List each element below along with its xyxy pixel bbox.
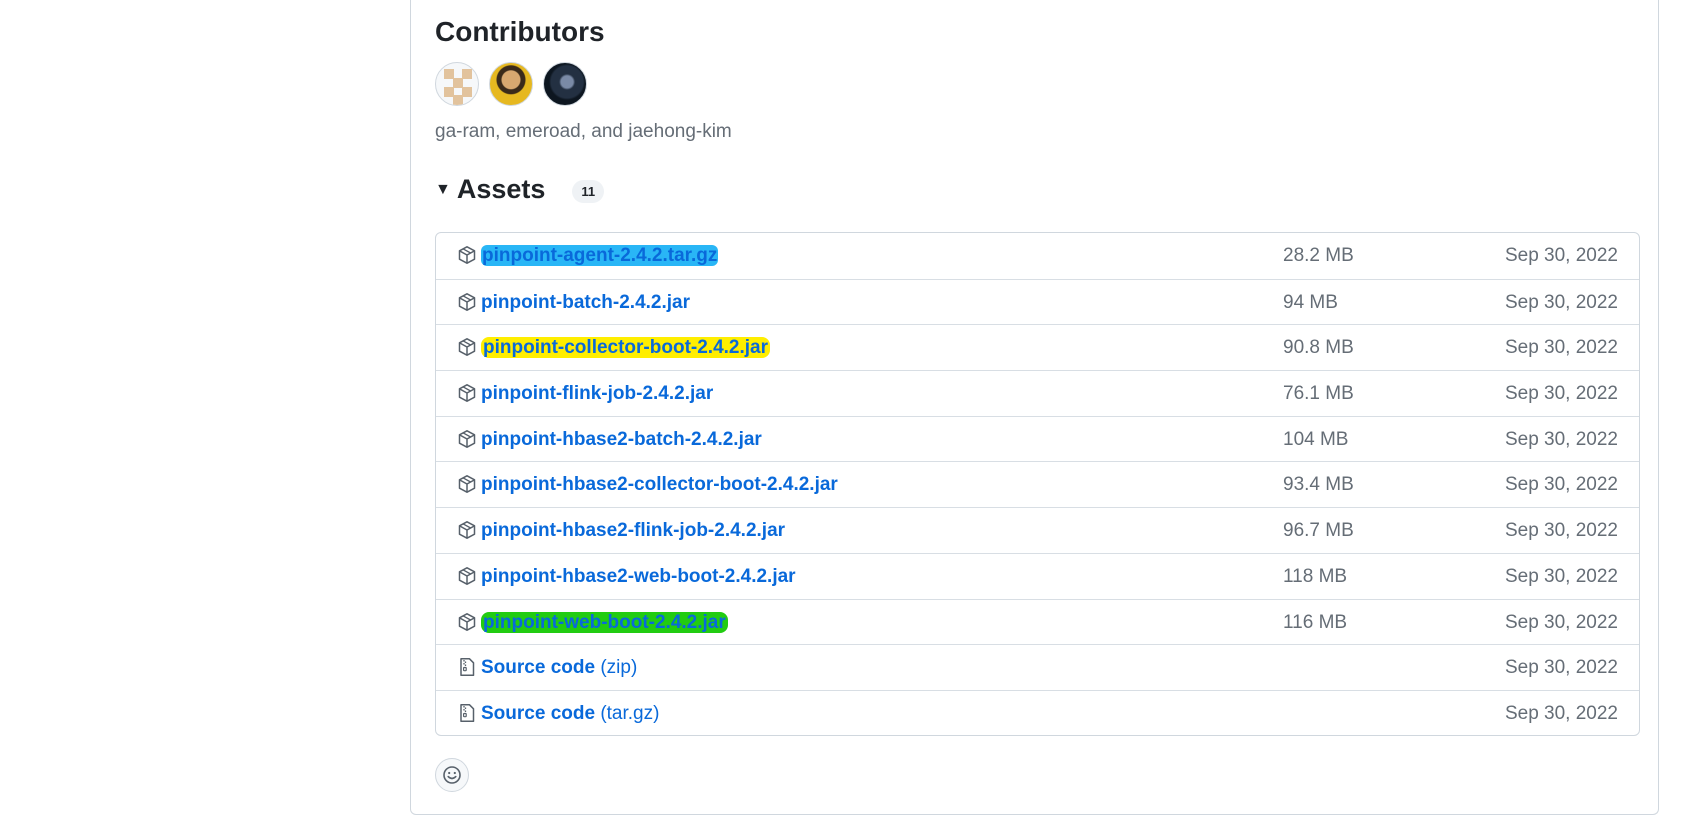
asset-size: 28.2 MB (1283, 245, 1354, 266)
asset-download-link[interactable]: Source code (tar.gz) (481, 703, 659, 725)
asset-name: pinpoint-hbase2-collector-boot-2.4.2.jar (481, 474, 838, 496)
asset-name: pinpoint-batch-2.4.2.jar (481, 291, 691, 313)
package-icon (457, 566, 477, 586)
asset-row: pinpoint-collector-boot-2.4.2.jar 90.8 MB… (436, 324, 1639, 370)
contributors-heading: Contributors (435, 16, 605, 47)
asset-date: Sep 30, 2022 (1504, 428, 1618, 450)
asset-row: pinpoint-flink-job-2.4.2.jar 76.1 MB Sep 3… (436, 370, 1639, 416)
asset-date: Sep 30, 2022 (1504, 291, 1618, 313)
asset-row: Source code (zip) Sep 30, 2022 (436, 644, 1639, 690)
package-icon (457, 474, 477, 494)
asset-name: pinpoint-hbase2-batch-2.4.2.jar (481, 428, 762, 450)
asset-name: Source code (481, 702, 596, 724)
asset-row: pinpoint-hbase2-web-boot-2.4.2.jar 118 MB… (436, 552, 1639, 599)
asset-download-link[interactable]: pinpoint-batch-2.4.2.jar (481, 292, 690, 314)
asset-date: Sep 30, 2022 (1504, 245, 1618, 266)
asset-date: Sep 30, 2022 (1504, 474, 1618, 496)
assets-count-badge: 11 (572, 180, 605, 203)
asset-date: Sep 30, 2022 (1504, 657, 1618, 679)
contributors-names: ga-ram, emeroad, and jaehong-kim (435, 121, 732, 142)
asset-date: Sep 30, 2022 (1504, 337, 1618, 359)
asset-download-link[interactable]: pinpoint-flink-job-2.4.2.jar (481, 383, 713, 405)
asset-size: 94 MB (1283, 291, 1338, 313)
asset-name: pinpoint-agent-2.4.2.tar.gz (481, 245, 719, 266)
assets-summary-toggle[interactable]: ▼ Assets 11 (435, 174, 605, 205)
asset-date: Sep 30, 2022 (1504, 520, 1618, 542)
asset-size: 76.1 MB (1283, 383, 1354, 405)
asset-row: pinpoint-hbase2-collector-boot-2.4.2.jar… (436, 461, 1639, 507)
package-icon (457, 337, 477, 357)
asset-suffix: (zip) (595, 657, 638, 679)
asset-download-link[interactable]: pinpoint-hbase2-collector-boot-2.4.2.jar (481, 474, 838, 496)
smiley-icon (443, 766, 461, 784)
asset-download-link[interactable]: pinpoint-hbase2-batch-2.4.2.jar (481, 429, 762, 451)
asset-size: 104 MB (1283, 428, 1349, 450)
avatar-jaehong-kim[interactable] (543, 62, 587, 106)
assets-heading: Assets (456, 174, 546, 204)
asset-name: pinpoint-flink-job-2.4.2.jar (481, 383, 714, 405)
package-icon (457, 245, 477, 265)
asset-date: Sep 30, 2022 (1504, 611, 1618, 633)
asset-download-link[interactable]: pinpoint-collector-boot-2.4.2.jar (481, 337, 771, 359)
asset-row: pinpoint-agent-2.4.2.tar.gz 28.2 MB Sep 30… (436, 233, 1639, 279)
asset-size: 96.7 MB (1283, 520, 1354, 542)
caret-down-icon: ▼ (435, 180, 451, 198)
asset-size: 118 MB (1283, 565, 1348, 587)
asset-name: pinpoint-collector-boot-2.4.2.jar (481, 337, 771, 359)
asset-row: Source code (tar.gz) Sep 30, 2022 (436, 689, 1639, 735)
avatar-ga-ram[interactable] (435, 62, 479, 106)
asset-date: Sep 30, 2022 (1504, 565, 1618, 587)
asset-download-link[interactable]: Source code (zip) (481, 657, 637, 679)
asset-row: pinpoint-batch-2.4.2.jar 94 MB Sep 30, 202… (436, 278, 1639, 325)
asset-download-link[interactable]: pinpoint-hbase2-web-boot-2.4.2.jar (481, 566, 796, 588)
asset-name: Source code (481, 657, 596, 679)
package-icon (457, 520, 477, 540)
add-reaction-button[interactable] (435, 758, 469, 792)
package-icon (457, 429, 477, 449)
avatar-emeroad[interactable] (489, 62, 533, 106)
asset-download-link[interactable]: pinpoint-hbase2-flink-job-2.4.2.jar (481, 520, 785, 542)
asset-size: 90.8 MB (1283, 337, 1354, 359)
asset-date: Sep 30, 2022 (1504, 383, 1618, 405)
package-icon (457, 383, 477, 403)
package-icon (457, 292, 477, 312)
asset-row: pinpoint-hbase2-flink-job-2.4.2.jar 96.7 … (436, 507, 1639, 553)
asset-name: pinpoint-web-boot-2.4.2.jar (481, 611, 728, 633)
asset-download-link[interactable]: pinpoint-web-boot-2.4.2.jar (481, 611, 728, 634)
asset-name: pinpoint-hbase2-flink-job-2.4.2.jar (481, 520, 786, 542)
assets-list: pinpoint-agent-2.4.2.tar.gz 28.2 MB Sep 30… (435, 232, 1640, 736)
asset-row: pinpoint-web-boot-2.4.2.jar 116 MB Sep 30,… (436, 598, 1639, 645)
file-zip-icon (457, 703, 477, 723)
package-icon (457, 612, 477, 632)
contributors-avatars (435, 62, 587, 106)
asset-row: pinpoint-hbase2-batch-2.4.2.jar 104 MB Sep… (436, 415, 1639, 462)
asset-size: 116 MB (1283, 611, 1348, 633)
asset-date: Sep 30, 2022 (1504, 702, 1618, 724)
asset-download-link[interactable]: pinpoint-agent-2.4.2.tar.gz (481, 245, 719, 267)
asset-suffix: (tar.gz) (595, 702, 660, 724)
file-zip-icon (457, 657, 477, 677)
asset-size: 93.4 MB (1283, 474, 1354, 496)
asset-name: pinpoint-hbase2-web-boot-2.4.2.jar (481, 565, 796, 587)
